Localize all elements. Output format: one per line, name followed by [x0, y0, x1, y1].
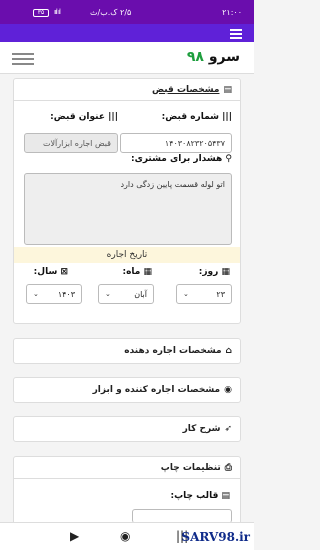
book-icon: ▤: [221, 491, 230, 501]
calendar-x-icon: ⊠: [60, 267, 68, 277]
status-bar: ۲۱:۰۰ ۳۵ ııl ıl ۲/۵ ک.ب/ث: [0, 0, 254, 24]
chevron-down-icon: ⌄: [183, 290, 189, 298]
site-logo[interactable]: سرو ۹۸: [187, 49, 240, 65]
print-settings-header[interactable]: ⎙ تنظیمات چاپ: [14, 457, 240, 479]
battery-icon: ۳۵: [33, 9, 49, 17]
job-description-card[interactable]: ➶ شرح کار: [13, 416, 241, 442]
invoice-number-label: ||| شماره قبض:: [161, 112, 232, 122]
app-top-bar: [0, 24, 254, 42]
warning-textarea[interactable]: اتو لوله قسمت پایین زدگی دارد: [24, 173, 232, 245]
printer-icon: ⎙: [224, 462, 232, 473]
network-speed: ۲/۵ ک.ب/ث: [90, 8, 132, 17]
month-label: ▦ ماه:: [122, 267, 152, 277]
menu-icon[interactable]: [230, 27, 242, 39]
month-select[interactable]: ⌄ آبان: [98, 284, 154, 304]
invoice-details-title: مشخصات قبض: [151, 84, 220, 95]
barcode-icon: |||: [222, 112, 232, 122]
print-template-label: ▤ قالب چاپ:: [170, 491, 230, 501]
calendar-icon: ▦: [143, 267, 152, 277]
barcode-icon: |||: [108, 112, 118, 122]
rent-date-band: تاریخ اجاره: [14, 247, 240, 263]
day-select[interactable]: ⌄ ۲۳: [176, 284, 232, 304]
invoice-title-field[interactable]: قبض اجاره ابزارآلات: [24, 133, 118, 153]
status-time: ۲۱:۰۰: [222, 8, 242, 17]
renter-taker-card[interactable]: ◉ مشخصات اجاره کننده و ابزار: [13, 377, 241, 403]
warning-label: ⚲ هشدار برای مشتری:: [130, 154, 232, 164]
home-circle-icon[interactable]: ◉: [120, 529, 130, 543]
location-pin-icon: ⚲: [225, 154, 232, 164]
nav-toggle-button[interactable]: [12, 50, 34, 66]
print-settings-card: ⎙ تنظیمات چاپ ▤ قالب چاپ:: [13, 456, 241, 528]
site-navbar: سرو ۹۸: [0, 42, 254, 74]
chevron-down-icon: ⌄: [33, 290, 39, 298]
logo-text: سرو: [208, 49, 240, 65]
watermark: SARV98.ir: [181, 530, 250, 544]
job-description-title: شرح کار: [182, 424, 221, 434]
user-circle-icon: ◉: [224, 385, 232, 395]
print-template-select[interactable]: [132, 509, 232, 523]
book-icon: ▤: [223, 84, 232, 95]
print-settings-title: تنظیمات چاپ: [160, 462, 221, 473]
year-label: ⊠ سال:: [33, 267, 68, 277]
logo-number: ۹۸: [186, 49, 204, 65]
renter-giver-card[interactable]: ⌂ مشخصات اجاره دهنده: [13, 338, 241, 364]
chevron-down-icon: ⌄: [105, 290, 111, 298]
renter-taker-title: مشخصات اجاره کننده و ابزار: [92, 385, 221, 395]
invoice-details-header: ▤ مشخصات قبض: [14, 79, 240, 101]
home-icon: ⌂: [225, 346, 232, 356]
day-label: ▦ روز:: [198, 267, 230, 277]
back-icon[interactable]: ▶: [70, 529, 79, 543]
invoice-number-field[interactable]: ۱۴۰۳۰۸۲۳۲۰۵۴۳۷: [120, 133, 232, 153]
renter-giver-title: مشخصات اجاره دهنده: [124, 346, 222, 356]
invoice-details-card: ▤ مشخصات قبض ||| شماره قبض: ||| عنوان قب…: [13, 78, 241, 324]
invoice-title-label: ||| عنوان قبض:: [50, 112, 118, 122]
year-select[interactable]: ⌄ ۱۴۰۳: [26, 284, 82, 304]
signal-icon: ııl ıl: [54, 8, 61, 16]
calendar-icon: ▦: [221, 267, 230, 277]
rocket-icon: ➶: [224, 424, 232, 434]
